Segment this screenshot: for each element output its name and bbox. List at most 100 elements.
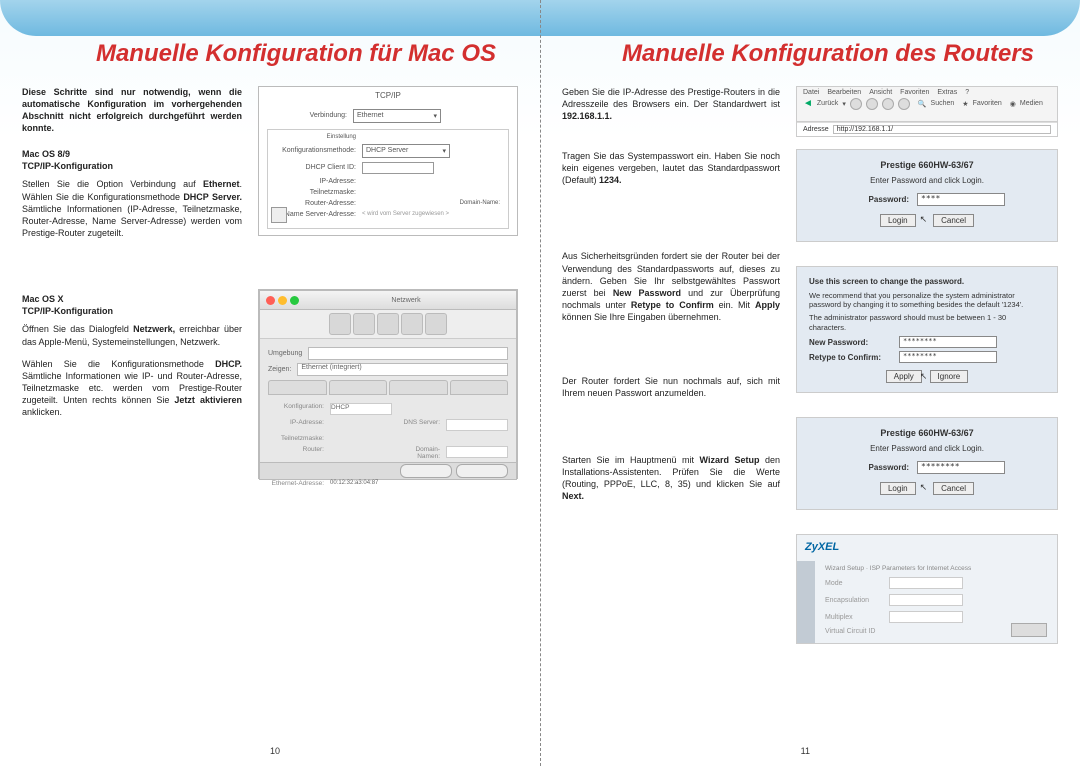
login1-pw-input[interactable]: ****: [917, 193, 1005, 206]
toolbar-icon[interactable]: [401, 313, 423, 335]
cursor-icon: ↖: [920, 482, 928, 495]
login2-title: Prestige 660HW-63/67: [811, 428, 1043, 438]
change-title: Use this screen to change the password.: [809, 277, 1045, 286]
login-button[interactable]: Login: [880, 214, 916, 227]
zyxel-logo: ZyXEL: [805, 541, 839, 553]
login-button[interactable]: Login: [880, 482, 916, 495]
page-left: Manuelle Konfiguration für Mac OS Diese …: [0, 0, 540, 766]
r-block1: Geben Sie die IP-Adresse des Prestige-Ro…: [562, 86, 780, 122]
home-icon[interactable]: [898, 98, 910, 110]
tab-ppoe[interactable]: [329, 380, 388, 395]
section2-title: Mac OS X TCP/IP-Konfiguration: [22, 293, 242, 317]
change-input-new[interactable]: ********: [899, 336, 997, 348]
mock2-show-select[interactable]: Ethernet (integriert): [297, 363, 508, 376]
favorites-icon[interactable]: ★: [962, 100, 968, 108]
tab-appletalk[interactable]: [389, 380, 448, 395]
media-icon[interactable]: ◉: [1010, 100, 1016, 108]
page-number-left: 10: [270, 746, 280, 756]
toolbar-icon[interactable]: [329, 313, 351, 335]
change-lbl-new: New Password:: [809, 338, 899, 347]
mock2-revert-button[interactable]: [400, 464, 452, 478]
wizard-mux[interactable]: [889, 611, 963, 623]
mock2-apply-button[interactable]: [456, 464, 508, 478]
wizard-heading: Wizard Setup · ISP Parameters for Intern…: [825, 565, 1047, 572]
zoom-icon[interactable]: [290, 296, 299, 305]
mock1-lbl-konf: Konfigurationsmethode:: [276, 147, 356, 154]
mock1-fld-client[interactable]: [362, 162, 434, 174]
r-block5: Starten Sie im Hauptmenü mit Wizard Setu…: [562, 454, 780, 503]
macos89-tcpip-mock: TCP/IP Verbindung:Ethernet▾ Einstellung …: [258, 86, 518, 236]
cursor-icon: ↖: [920, 371, 928, 381]
router-login-mock-1: Prestige 660HW-63/67 Enter Password and …: [796, 149, 1058, 242]
mock2-konfig[interactable]: DHCP: [330, 403, 392, 415]
change-p1: We recommend that you personalize the sy…: [809, 291, 1045, 310]
wizard-mode[interactable]: [889, 577, 963, 589]
menu-favorites[interactable]: Favoriten: [900, 89, 929, 96]
refresh-icon[interactable]: [882, 98, 894, 110]
stop-icon[interactable]: [866, 98, 878, 110]
sec1-sub: TCP/IP-Konfiguration: [22, 161, 113, 171]
mock1-lbl-verb: Verbindung:: [267, 112, 347, 119]
toolbar-icon[interactable]: [353, 313, 375, 335]
login1-title: Prestige 660HW-63/67: [811, 160, 1043, 170]
menu-help[interactable]: ?: [965, 89, 969, 96]
tab-tcpip[interactable]: [268, 380, 327, 395]
macosx-network-mock: Netzwerk Umgebung Zeigen:Ethernet (integ…: [258, 289, 518, 479]
tab-proxies[interactable]: [450, 380, 509, 395]
toolbar-icon[interactable]: [425, 313, 447, 335]
change-p2: The administrator password should must b…: [809, 313, 1045, 332]
router-changepw-mock: Use this screen to change the password. …: [796, 266, 1058, 394]
mock1-corner-button[interactable]: [271, 207, 287, 223]
r-block4: Der Router fordert Sie nun nochmals auf,…: [562, 375, 780, 399]
ignore-button[interactable]: Ignore: [930, 370, 969, 383]
minimize-icon[interactable]: [278, 296, 287, 305]
apply-button[interactable]: Apply: [886, 370, 922, 383]
change-input-retype[interactable]: ********: [899, 351, 997, 363]
close-icon[interactable]: [266, 296, 275, 305]
login1-sub: Enter Password and click Login.: [811, 176, 1043, 185]
browser-menus: Datei Bearbeiten Ansicht Favoriten Extra…: [803, 89, 1051, 96]
sec1-os: Mac OS 8/9: [22, 149, 70, 159]
mock2-titlebar: Netzwerk: [260, 291, 516, 310]
document-spread: Manuelle Konfiguration für Mac OS Diese …: [0, 0, 1080, 766]
address-input[interactable]: http://192.168.1.1/: [833, 125, 1051, 134]
cancel-button[interactable]: Cancel: [933, 214, 974, 227]
sec2-para1: Öffnen Sie das Dialogfeld Netzwerk, erre…: [22, 323, 242, 347]
intro-text: Diese Schritte sind nur notwendig, wenn …: [22, 86, 242, 135]
toolbar-icon[interactable]: [377, 313, 399, 335]
menu-edit[interactable]: Bearbeiten: [827, 89, 861, 96]
page-number-right: 11: [801, 746, 810, 756]
forward-icon[interactable]: [850, 98, 862, 110]
menu-extras[interactable]: Extras: [937, 89, 957, 96]
browser-mock: Datei Bearbeiten Ansicht Favoriten Extra…: [796, 86, 1058, 137]
router-wizard-mock: ZyXEL Wizard Setup · ISP Parameters for …: [796, 534, 1058, 644]
login1-pw-label: Password:: [849, 195, 909, 204]
cursor-icon: ↖: [920, 214, 928, 227]
login2-pw-label: Password:: [849, 463, 909, 472]
menu-view[interactable]: Ansicht: [869, 89, 892, 96]
r-block2: Tragen Sie das Systempasswort ein. Haben…: [562, 150, 780, 186]
mock2-bottom-bar: [260, 462, 516, 479]
address-label: Adresse: [803, 126, 829, 133]
login2-sub: Enter Password and click Login.: [811, 444, 1043, 453]
mock1-sel-konf[interactable]: DHCP Server▾: [362, 144, 450, 158]
login2-pw-input[interactable]: ********: [917, 461, 1005, 474]
wizard-encap[interactable]: [889, 594, 963, 606]
back-icon[interactable]: ◄: [803, 98, 813, 109]
mock1-title: TCP/IP: [375, 91, 401, 100]
cancel-button[interactable]: Cancel: [933, 482, 974, 495]
sec2-sub: TCP/IP-Konfiguration: [22, 306, 113, 316]
menu-file[interactable]: Datei: [803, 89, 819, 96]
sec2-para2: Wählen Sie die Konfigurationsmethode DHC…: [22, 358, 242, 419]
sec1-para: Stellen Sie die Option Verbindung auf Et…: [22, 178, 242, 239]
sec2-os: Mac OS X: [22, 294, 64, 304]
mock2-toolbar: [260, 310, 516, 339]
page-right: Manuelle Konfiguration des Routers Geben…: [540, 0, 1080, 766]
r-block3: Aus Sicherheitsgründen fordert sie der R…: [562, 250, 780, 323]
change-lbl-retype: Retype to Confirm:: [809, 353, 899, 362]
mock2-tabs: [268, 380, 508, 395]
mock1-sel-verb[interactable]: Ethernet▾: [353, 109, 441, 123]
wizard-next-button[interactable]: [1011, 623, 1047, 637]
search-icon[interactable]: 🔍: [918, 100, 927, 108]
wizard-sidebar: [797, 561, 815, 643]
